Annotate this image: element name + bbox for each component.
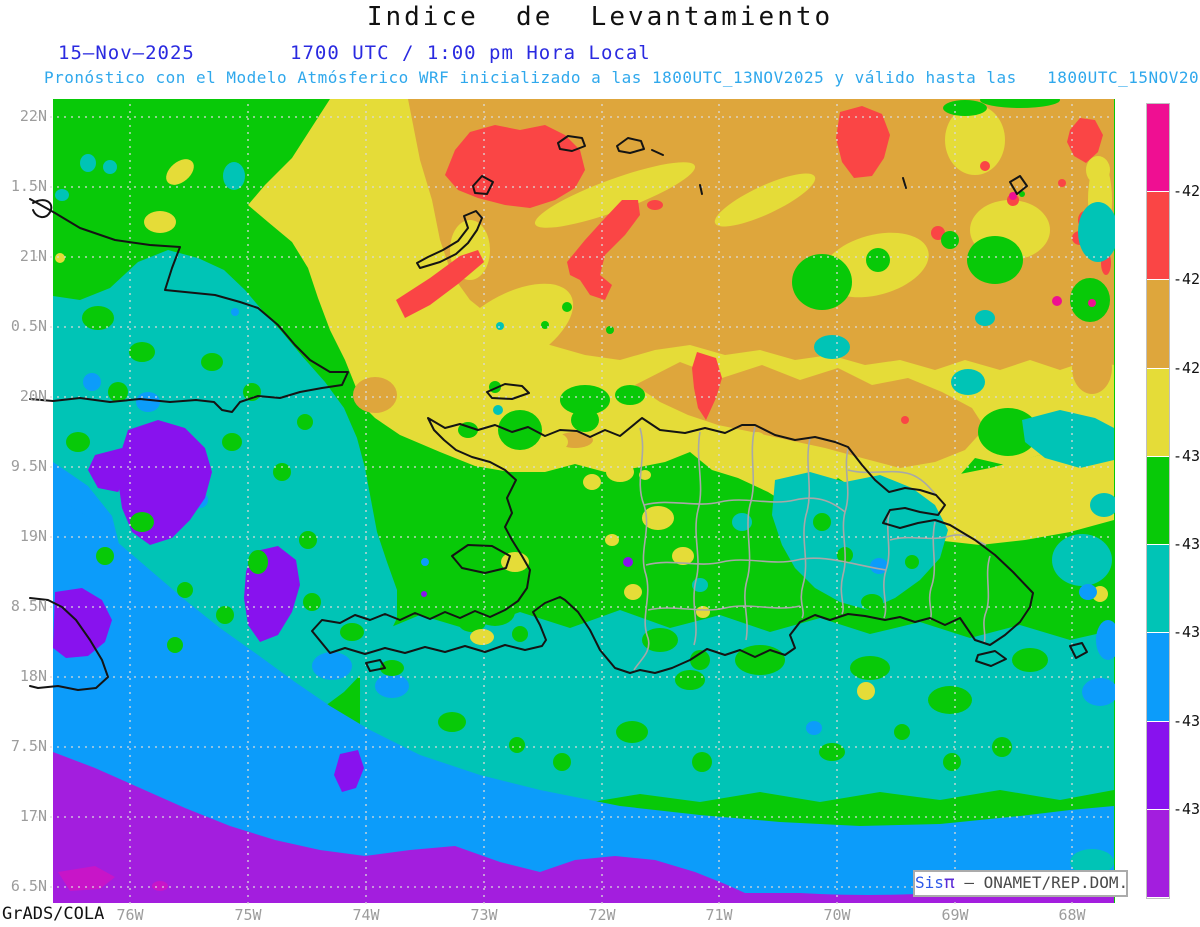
credit-text: GrADS/COLA xyxy=(2,904,105,924)
colorbar-segment xyxy=(1147,280,1169,369)
lon-tick-label: 72W xyxy=(588,906,616,924)
watermark-box: Sisπ – ONAMET/REP.DOM. xyxy=(913,870,1128,897)
colorbar-segment xyxy=(1147,104,1169,193)
colorbar-tick-label: -43.2 xyxy=(1173,623,1200,642)
lon-tick-label: 75W xyxy=(234,906,262,924)
colorbar-tick-label: -43.1 xyxy=(1173,535,1200,554)
lat-tick-label: 20N xyxy=(19,387,47,405)
lat-tick-label: 8.5N xyxy=(10,597,47,615)
lon-tick-label: 68W xyxy=(1058,906,1086,924)
lat-tick-label: 9.5N xyxy=(10,457,47,475)
colorbar-tick-label: -42.8 xyxy=(1173,270,1200,289)
colorbar-segment xyxy=(1147,633,1169,722)
lon-tick-label: 76W xyxy=(116,906,144,924)
lat-tick-label: 0.5N xyxy=(10,317,47,335)
lat-tick-label: 7.5N xyxy=(10,737,47,755)
pi-logo-icon: π xyxy=(943,872,955,893)
lon-tick-label: 74W xyxy=(352,906,380,924)
lon-tick-label: 71W xyxy=(705,906,733,924)
colorbar-segment xyxy=(1147,368,1169,457)
lat-tick-label: 1.5N xyxy=(10,177,47,195)
colorbar-tick-label: -43.4 xyxy=(1173,799,1200,818)
weather-map-page: Indice de Levantamiento 15–Nov–2025 1700… xyxy=(0,0,1200,927)
lat-tick-label: 19N xyxy=(19,527,47,545)
colorbar-tick-label: -42.7 xyxy=(1173,182,1200,201)
colorbar-segment xyxy=(1147,545,1169,634)
colorbar-tick-label: -43.3 xyxy=(1173,711,1200,730)
lon-tick-label: 69W xyxy=(941,906,969,924)
colorbar-segment xyxy=(1147,809,1169,898)
lat-tick-label: 22N xyxy=(19,107,47,125)
contour-fill-layer xyxy=(53,99,1115,903)
lat-tick-label: 6.5N xyxy=(10,877,47,895)
lat-tick-label: 18N xyxy=(19,667,47,685)
colorbar-segment xyxy=(1147,456,1169,546)
contour-map xyxy=(29,99,1115,906)
lon-tick-label: 73W xyxy=(470,906,498,924)
colorbar-tick-label: -43 xyxy=(1173,446,1200,465)
lon-tick-label: 70W xyxy=(823,906,851,924)
watermark-org: – ONAMET/REP.DOM. xyxy=(954,873,1129,892)
colorbar-tick-label: -42.9 xyxy=(1173,358,1200,377)
watermark-sis: Sis xyxy=(915,873,944,892)
lat-tick-label: 21N xyxy=(19,247,47,265)
lat-tick-label: 17N xyxy=(19,807,47,825)
colorbar xyxy=(1146,103,1170,899)
colorbar-segment xyxy=(1147,192,1169,281)
colorbar-segment xyxy=(1147,721,1169,810)
